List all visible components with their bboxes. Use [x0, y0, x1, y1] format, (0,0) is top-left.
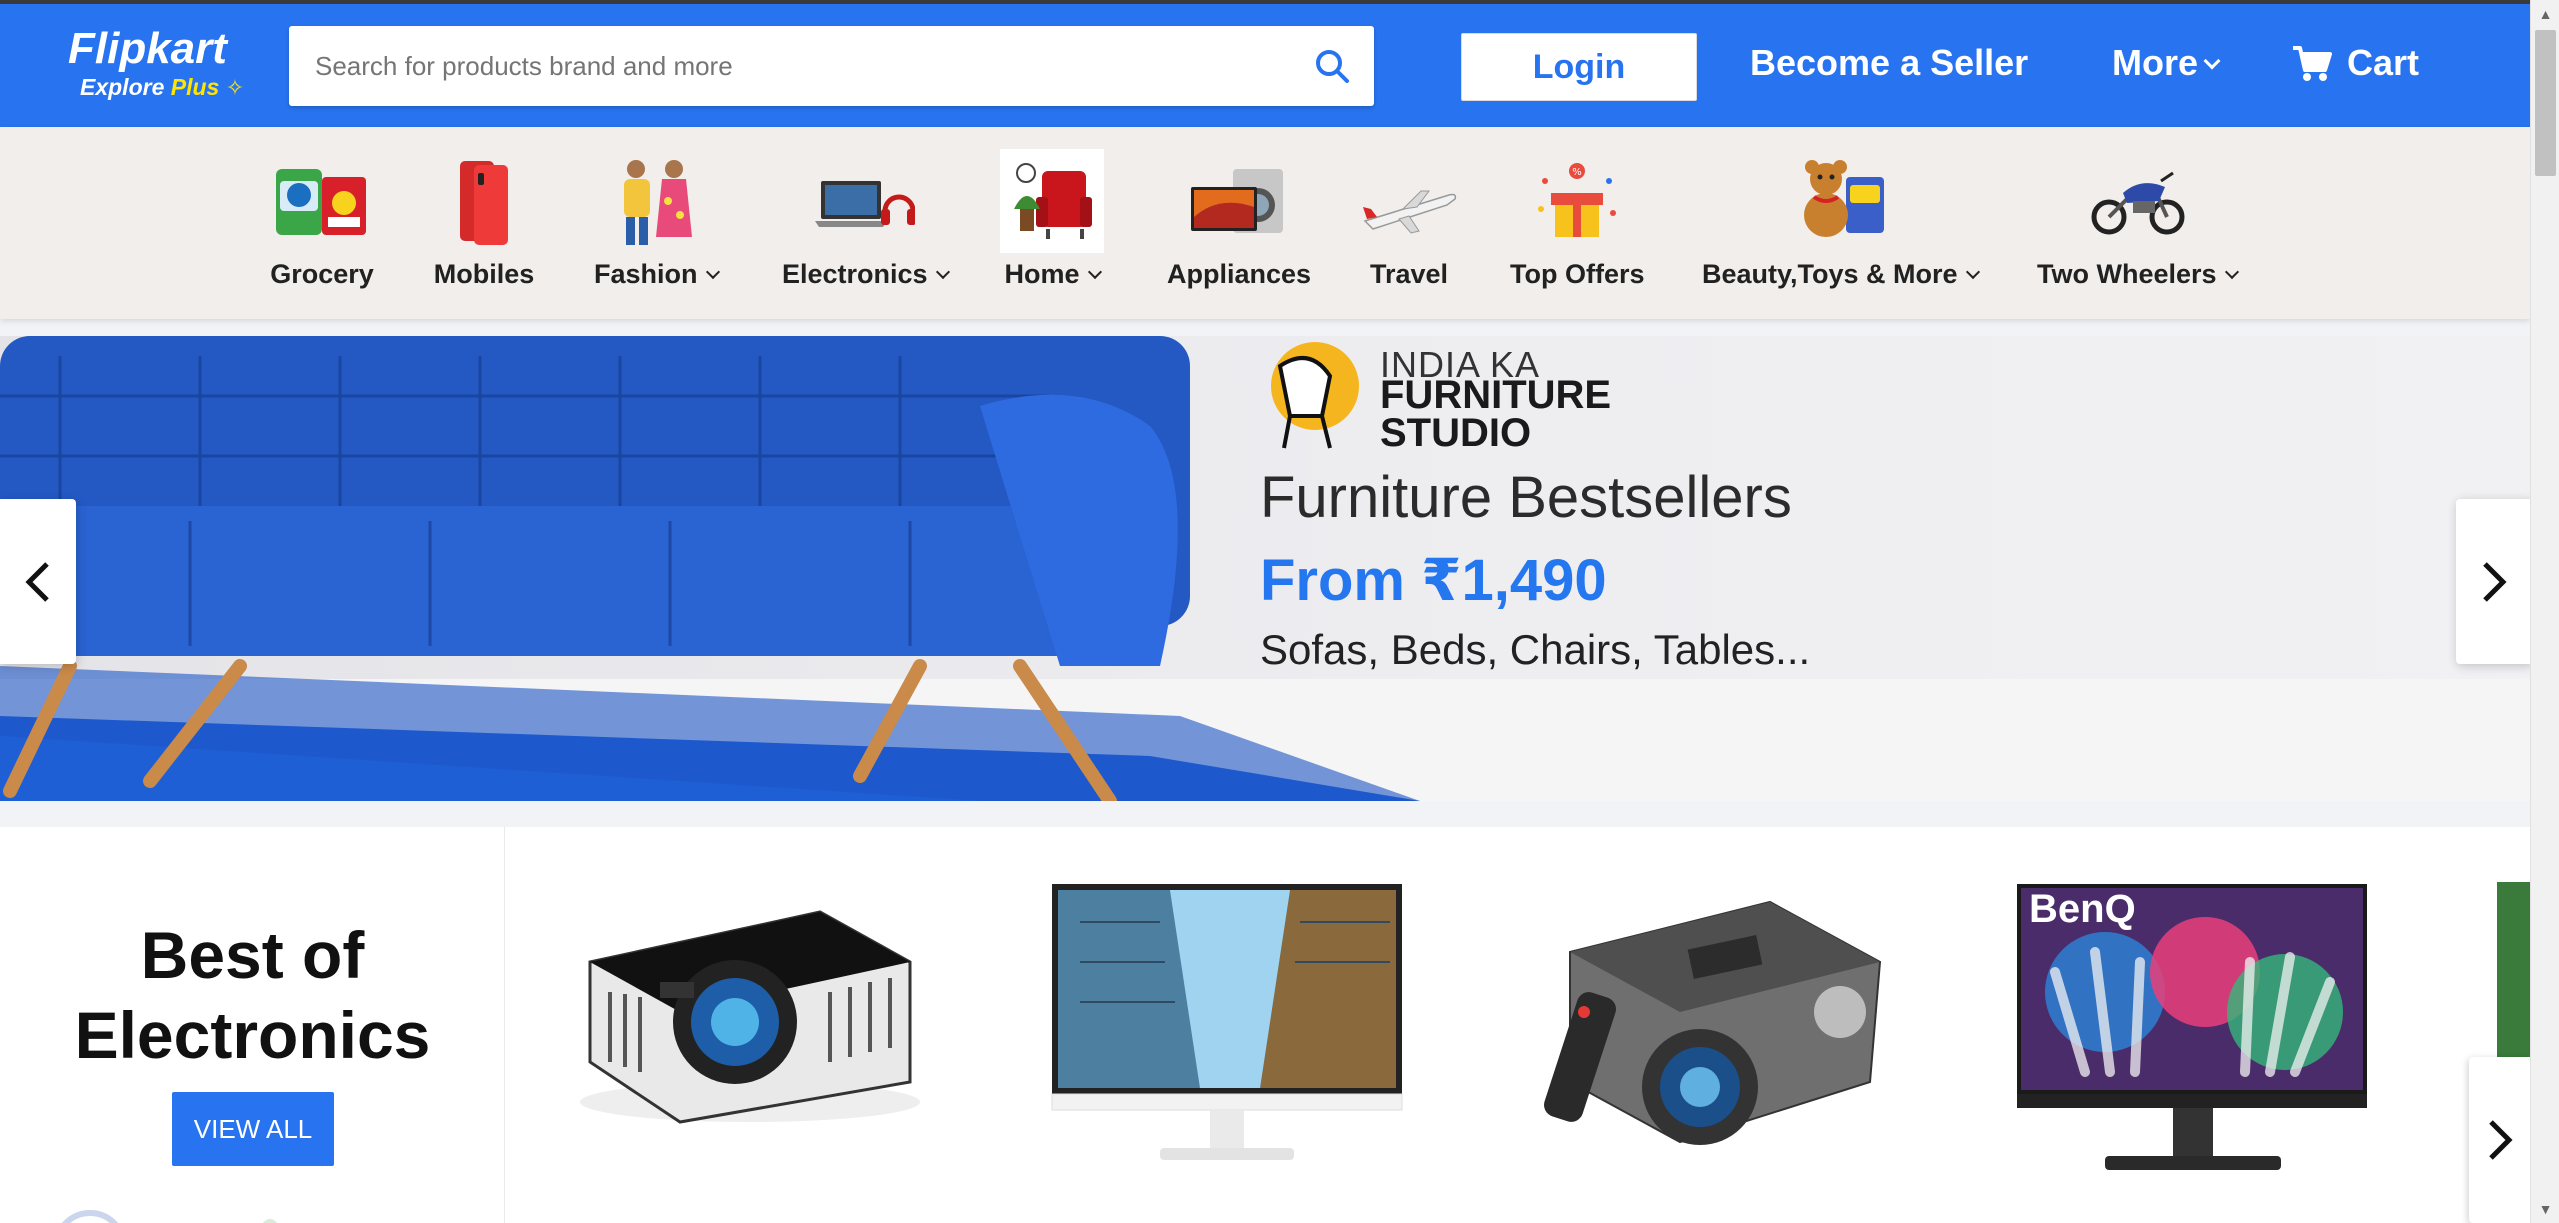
page-scrollbar[interactable]: ▲ ▼ [2530, 0, 2559, 1223]
chevron-down-icon [935, 264, 950, 280]
chevron-down-icon [2224, 264, 2239, 280]
grocery-icon [270, 149, 374, 253]
category-label: Beauty,Toys & More [1702, 259, 1980, 290]
scroll-down-arrow-icon[interactable]: ▼ [2531, 1195, 2559, 1223]
chevron-right-icon [2488, 1120, 2513, 1160]
mobiles-icon [432, 149, 536, 253]
cart-icon[interactable] [2291, 44, 2333, 84]
category-label-text: Two Wheelers [2037, 259, 2217, 289]
category-label-text: Home [1004, 259, 1080, 289]
category-electronics[interactable]: Electronics [782, 149, 950, 290]
chevron-right-icon [2483, 561, 2507, 602]
category-label: Appliances [1167, 259, 1312, 289]
product-card-projector-2[interactable] [1530, 882, 1885, 1182]
search-input[interactable] [315, 26, 1295, 106]
hero-banner[interactable]: INDIA KA FURNITURE STUDIO Furniture Best… [0, 336, 2530, 801]
category-two-wheelers[interactable]: Two Wheelers [2037, 149, 2239, 290]
category-bar: Grocery Mobiles Fashion Electronics Home… [0, 127, 2530, 319]
logo-explore: Explore [80, 74, 165, 100]
product-card-monitor-benq[interactable]: BenQ [2015, 882, 2370, 1182]
category-label-text: Electronics [782, 259, 928, 289]
chevron-left-icon [25, 561, 49, 602]
home-icon [1000, 149, 1104, 253]
category-travel[interactable]: Travel [1357, 149, 1461, 290]
product-card-projector-1[interactable] [570, 882, 925, 1182]
banner-content: INDIA KA FURNITURE STUDIO Furniture Best… [1260, 336, 2160, 676]
category-label: Top Offers [1510, 259, 1645, 289]
category-beauty-toys[interactable]: Beauty,Toys & More [1702, 149, 1980, 290]
benq-brand-text: BenQ [2029, 887, 2136, 931]
category-label: Fashion [594, 259, 720, 290]
cart-label: Cart [2347, 42, 2420, 83]
more-menu[interactable]: More [2112, 42, 2221, 84]
beauty-toys-icon [1788, 149, 1892, 253]
flipkart-logo[interactable]: Flipkart Explore Plus ✧ [68, 24, 248, 114]
section-header: Best of Electronics VIEW ALL [0, 827, 505, 1223]
two-wheelers-icon [2085, 149, 2189, 253]
category-label: Two Wheelers [2037, 259, 2239, 290]
electronics-icon [813, 149, 917, 253]
category-appliances[interactable]: Appliances [1167, 149, 1311, 290]
chevron-down-icon [1965, 264, 1980, 280]
chevron-down-icon [2203, 52, 2221, 70]
furniture-studio-logo-icon [1271, 342, 1359, 449]
search-box [289, 26, 1374, 106]
section-title: Best of Electronics [0, 915, 505, 1075]
become-seller-link[interactable]: Become a Seller [1750, 42, 2028, 84]
svg-text:%: % [1572, 167, 1582, 178]
sofa-image [0, 336, 1420, 801]
logo-plus: Plus [170, 74, 220, 100]
decorative-graphic [61, 1210, 277, 1223]
top-offers-icon: % [1525, 149, 1629, 253]
search-icon[interactable] [1312, 46, 1352, 86]
cart-link[interactable]: Cart [2347, 42, 2419, 84]
carousel-prev-button[interactable] [0, 499, 76, 664]
login-button[interactable]: Login [1461, 33, 1697, 101]
product-card-monitor-1[interactable] [1050, 882, 1405, 1182]
category-grocery[interactable]: Grocery [270, 149, 374, 290]
banner-subtitle: Sofas, Beds, Chairs, Tables... [1260, 626, 1811, 673]
category-label: Travel [1369, 259, 1449, 289]
travel-icon [1357, 149, 1461, 253]
fashion-icon [604, 149, 708, 253]
scroll-thumb[interactable] [2535, 30, 2556, 176]
category-label-text: Beauty,Toys & More [1702, 259, 1958, 289]
category-fashion[interactable]: Fashion [594, 149, 720, 290]
view-all-button[interactable]: VIEW ALL [172, 1092, 334, 1166]
category-label: Mobiles [433, 259, 535, 289]
banner-price: From ₹1,490 [1260, 548, 1607, 613]
logo-subtitle: Explore Plus ✧ [80, 74, 244, 101]
category-label: Home [1004, 259, 1102, 290]
appliances-icon [1187, 149, 1291, 253]
category-label: Grocery [270, 259, 374, 289]
section-title-line1: Best of [140, 918, 365, 992]
plus-sparkle-icon: ✧ [225, 75, 245, 100]
chevron-down-icon [1087, 264, 1102, 280]
more-label: More [2112, 42, 2199, 83]
studio-line3: STUDIO [1380, 411, 1532, 455]
section-title-line2: Electronics [74, 998, 431, 1072]
chevron-down-icon [705, 264, 720, 280]
studio-line2: FURNITURE [1380, 373, 1612, 417]
become-seller-label: Become a Seller [1750, 42, 2029, 83]
category-top-offers[interactable]: % Top Offers [1510, 149, 1645, 290]
scroll-up-arrow-icon[interactable]: ▲ [2531, 0, 2559, 28]
studio-name: FURNITURE STUDIO [1380, 373, 1612, 455]
carousel-next-button[interactable] [2456, 499, 2532, 664]
category-mobiles[interactable]: Mobiles [432, 149, 536, 290]
banner-title: Furniture Bestsellers [1260, 465, 1792, 530]
best-of-electronics-section: Best of Electronics VIEW ALL BenQ [0, 827, 2530, 1223]
logo-text: Flipkart [68, 24, 227, 73]
category-home[interactable]: Home [1000, 149, 1104, 290]
category-label-text: Fashion [594, 259, 698, 289]
section-next-button[interactable] [2469, 1057, 2530, 1223]
category-label: Electronics [782, 259, 950, 290]
header: Flipkart Explore Plus ✧ Login Become a S… [0, 0, 2530, 127]
